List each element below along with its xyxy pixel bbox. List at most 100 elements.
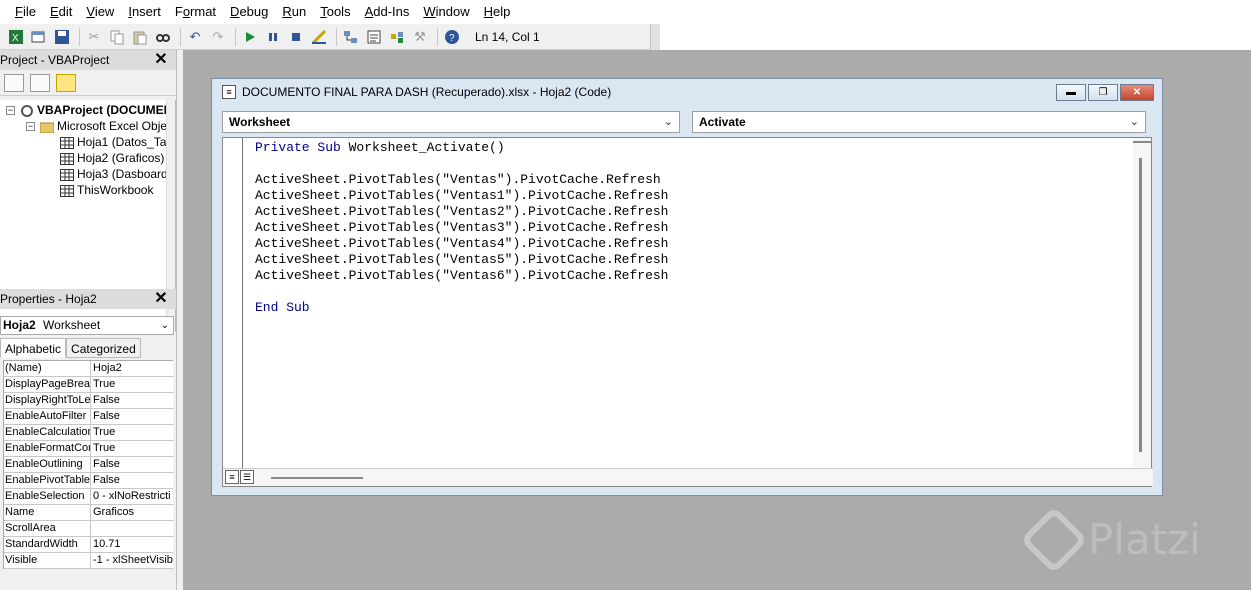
code-editor[interactable]: Private Sub Worksheet_Activate() ActiveSh… <box>222 137 1153 487</box>
tab-alphabetic[interactable]: Alphabetic <box>0 338 67 358</box>
split-bar[interactable] <box>1133 138 1151 143</box>
menu-debug[interactable]: Debug <box>223 0 275 24</box>
menu-file[interactable]: File <box>8 0 43 24</box>
code-line[interactable]: Private Sub Worksheet_Activate() <box>255 140 668 156</box>
property-value[interactable] <box>91 521 173 536</box>
tree-item[interactable]: ThisWorkbook <box>60 182 153 198</box>
property-value[interactable]: True <box>91 425 173 440</box>
code-line[interactable]: End Sub <box>255 300 668 316</box>
tree-root[interactable]: VBAProject (DOCUMENTO <box>20 102 175 118</box>
cut-icon[interactable]: ✂ <box>84 27 104 47</box>
menu-run[interactable]: Run <box>275 0 313 24</box>
close-button[interactable]: ✕ <box>1120 84 1154 101</box>
close-icon[interactable]: ✕ <box>152 51 170 69</box>
property-row[interactable]: EnableFormatCon True <box>4 441 173 457</box>
scroll-thumb[interactable] <box>271 477 363 479</box>
code-line[interactable] <box>255 156 668 172</box>
collapse-icon[interactable]: − <box>6 106 15 115</box>
excel-icon[interactable]: X <box>6 27 26 47</box>
property-value[interactable]: 0 - xlNoRestricti <box>91 489 173 504</box>
property-row[interactable]: DisplayPageBreak True <box>4 377 173 393</box>
code-line[interactable]: ActiveSheet.PivotTables("Ventas4").Pivot… <box>255 236 668 252</box>
vertical-scrollbar[interactable] <box>1133 138 1151 468</box>
menu-edit[interactable]: Edit <box>43 0 79 24</box>
tree-item[interactable]: Hoja1 (Datos_Tabla <box>60 134 175 150</box>
object-dropdown[interactable]: Worksheet ⌄ <box>222 111 680 133</box>
code-line[interactable]: ActiveSheet.PivotTables("Ventas6").Pivot… <box>255 268 668 284</box>
property-row[interactable]: EnableAutoFilter False <box>4 409 173 425</box>
property-value[interactable]: False <box>91 473 173 488</box>
property-value[interactable]: False <box>91 457 173 472</box>
close-icon[interactable]: ✕ <box>152 290 170 308</box>
property-row[interactable]: Name Graficos <box>4 505 173 521</box>
design-mode-icon[interactable] <box>309 27 329 47</box>
tab-categorized[interactable]: Categorized <box>66 338 141 358</box>
scroll-thumb[interactable] <box>1139 158 1142 452</box>
tree-item[interactable]: Hoja2 (Graficos) <box>60 150 164 166</box>
code-line[interactable]: ActiveSheet.PivotTables("Ventas2").Pivot… <box>255 204 668 220</box>
run-icon[interactable] <box>240 27 260 47</box>
toggle-folders-icon[interactable] <box>56 73 76 92</box>
property-value[interactable]: Graficos <box>91 505 173 520</box>
code-line[interactable]: ActiveSheet.PivotTables("Ventas5").Pivot… <box>255 252 668 268</box>
menu-format[interactable]: Format <box>168 0 223 24</box>
insert-module-icon[interactable] <box>29 27 49 47</box>
menu-add-ins[interactable]: Add-Ins <box>358 0 417 24</box>
property-row[interactable]: (Name) Hoja2 <box>4 361 173 377</box>
properties-icon[interactable] <box>364 27 384 47</box>
property-row[interactable]: EnableSelection 0 - xlNoRestricti <box>4 489 173 505</box>
menu-view[interactable]: View <box>79 0 121 24</box>
tree-folder[interactable]: Microsoft Excel Objects <box>39 118 175 134</box>
code-window-title-bar[interactable]: ≡ DOCUMENTO FINAL PARA DASH (Recuperado)… <box>212 79 1162 105</box>
minimize-button[interactable]: ▬ <box>1056 84 1086 101</box>
break-icon[interactable] <box>263 27 283 47</box>
margin-indicator-bar[interactable] <box>223 138 243 468</box>
property-value[interactable]: False <box>91 409 173 424</box>
full-module-view-icon[interactable]: ☰ <box>240 470 254 484</box>
menu-tools[interactable]: Tools <box>313 0 357 24</box>
property-value[interactable]: False <box>91 393 173 408</box>
code-line[interactable]: ActiveSheet.PivotTables("Ventas1").Pivot… <box>255 188 668 204</box>
view-code-icon[interactable] <box>4 73 24 92</box>
toolbar-grip[interactable] <box>650 24 660 50</box>
collapse-icon[interactable]: − <box>26 122 35 131</box>
property-row[interactable]: DisplayRightToLef False <box>4 393 173 409</box>
menu-window[interactable]: Window <box>416 0 476 24</box>
tree-item[interactable]: Hoja3 (Dasboard) <box>60 166 172 182</box>
property-row[interactable]: EnableCalculation True <box>4 425 173 441</box>
procedure-view-icon[interactable]: ≡ <box>225 470 239 484</box>
property-row[interactable]: StandardWidth 10.71 <box>4 537 173 553</box>
project-explorer-icon[interactable] <box>341 27 361 47</box>
property-row[interactable]: Visible -1 - xlSheetVisib <box>4 553 173 569</box>
property-value[interactable]: True <box>91 441 173 456</box>
reset-icon[interactable] <box>286 27 306 47</box>
paste-icon[interactable] <box>130 27 150 47</box>
help-icon[interactable]: ? <box>442 27 462 47</box>
object-browser-icon[interactable] <box>387 27 407 47</box>
property-value[interactable]: 10.71 <box>91 537 173 552</box>
menu-help[interactable]: Help <box>477 0 518 24</box>
dock-splitter[interactable] <box>176 50 183 590</box>
restore-button[interactable]: ❐ <box>1088 84 1118 101</box>
property-value[interactable]: True <box>91 377 173 392</box>
code-line[interactable]: ActiveSheet.PivotTables("Ventas3").Pivot… <box>255 220 668 236</box>
save-icon[interactable] <box>52 27 72 47</box>
toolbox-icon[interactable]: ⚒ <box>410 27 430 47</box>
property-row[interactable]: EnableOutlining False <box>4 457 173 473</box>
undo-icon[interactable]: ↶ <box>185 27 205 47</box>
property-row[interactable]: EnablePivotTable False <box>4 473 173 489</box>
copy-icon[interactable] <box>107 27 127 47</box>
menu-insert[interactable]: Insert <box>121 0 168 24</box>
code-line[interactable]: ActiveSheet.PivotTables("Ventas").PivotC… <box>255 172 668 188</box>
object-select[interactable]: Hoja2 Worksheet ⌄ <box>0 316 174 335</box>
property-row[interactable]: ScrollArea <box>4 521 173 537</box>
code-text[interactable]: Private Sub Worksheet_Activate() ActiveSh… <box>255 140 668 316</box>
redo-icon[interactable]: ↷ <box>208 27 228 47</box>
view-object-icon[interactable] <box>30 73 50 92</box>
property-value[interactable]: Hoja2 <box>91 361 173 376</box>
find-icon[interactable] <box>153 27 173 47</box>
procedure-dropdown[interactable]: Activate ⌄ <box>692 111 1146 133</box>
code-line[interactable] <box>255 284 668 300</box>
horizontal-scrollbar[interactable]: ≡ ☰ <box>223 468 1153 486</box>
property-value[interactable]: -1 - xlSheetVisib <box>91 553 173 568</box>
